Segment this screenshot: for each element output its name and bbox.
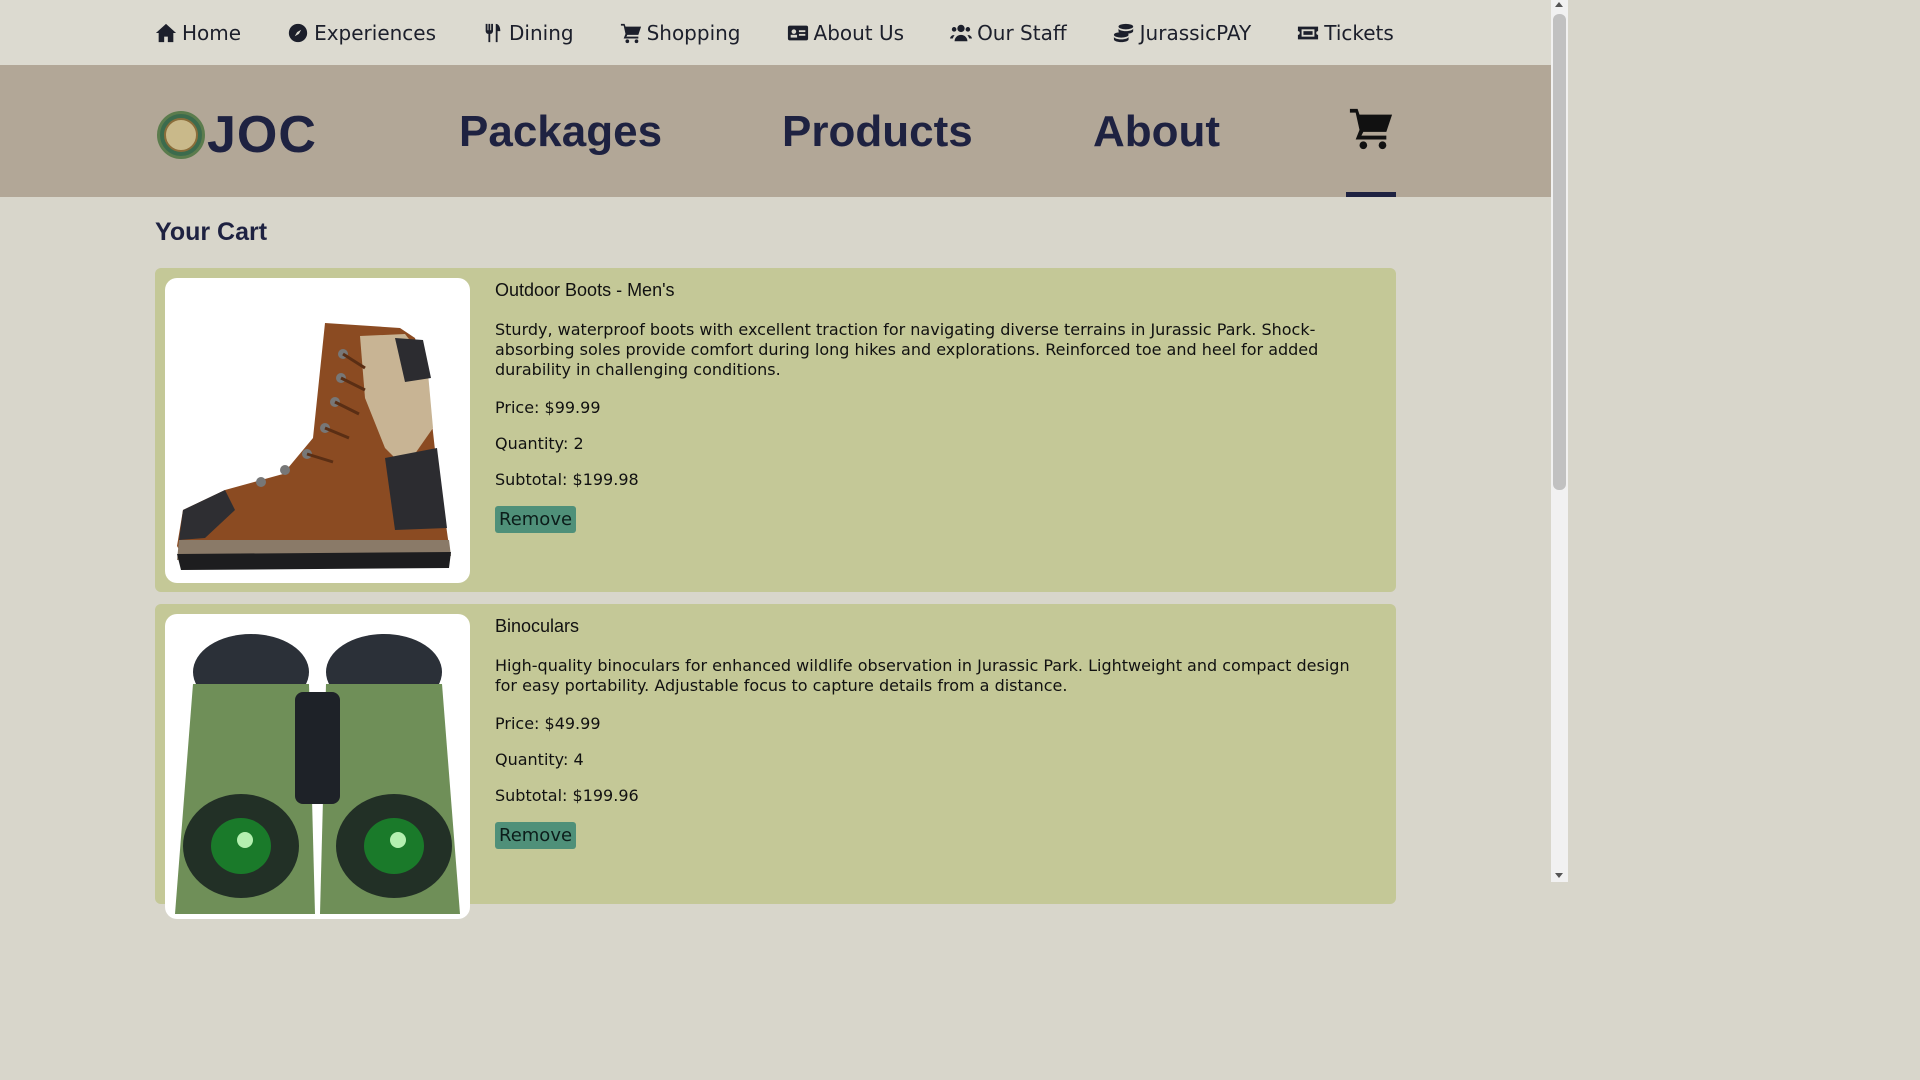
cart-item: Binoculars High-quality binoculars for e… — [155, 604, 1396, 919]
brand-name: JOC — [207, 106, 317, 164]
brand-link[interactable]: JOC — [157, 105, 317, 165]
scroll-up-arrow-icon[interactable] — [1555, 2, 1563, 7]
nav-jurassicpay[interactable]: JurassicPAY — [1113, 20, 1252, 45]
remove-button[interactable]: Remove — [495, 506, 577, 533]
top-navigation: Home Experiences Dining Shopping About U… — [0, 0, 1568, 65]
cart-icon — [620, 23, 641, 43]
nav-products[interactable]: Products — [782, 107, 973, 157]
scrollbar-thumb[interactable] — [1553, 14, 1566, 490]
nav-experiences[interactable]: Experiences — [287, 21, 436, 45]
utensils-icon — [485, 23, 501, 42]
nav-about-us[interactable]: About Us — [787, 20, 905, 45]
nav-tickets-label: Tickets — [1324, 20, 1394, 45]
cart-link[interactable] — [1346, 105, 1396, 197]
nav-experiences-label: Experiences — [314, 20, 437, 45]
cart-item-details: Binoculars High-quality binoculars for e… — [495, 616, 1375, 849]
product-image-boots — [165, 278, 470, 583]
nav-jurassicpay-label: JurassicPAY — [1139, 20, 1252, 45]
nav-tickets[interactable]: Tickets — [1297, 21, 1394, 45]
item-quantity: Quantity: 2 — [495, 434, 584, 453]
item-description: High-quality binoculars for enhanced wil… — [495, 656, 1350, 695]
item-subtotal: Subtotal: $199.98 — [495, 470, 639, 489]
id-card-icon — [787, 25, 808, 40]
active-tab-indicator — [1346, 192, 1396, 197]
vertical-scrollbar[interactable] — [1551, 0, 1568, 882]
compass-icon — [288, 23, 308, 42]
item-price: Price: $99.99 — [495, 398, 601, 417]
nav-shopping[interactable]: Shopping — [620, 21, 741, 45]
item-subtotal: Subtotal: $199.96 — [495, 786, 639, 805]
nav-home-label: Home — [182, 20, 242, 45]
nav-shopping-label: Shopping — [646, 20, 741, 45]
coins-icon — [1113, 23, 1133, 42]
nav-about[interactable]: About — [1093, 107, 1220, 157]
nav-dining-label: Dining — [509, 20, 574, 45]
nav-home[interactable]: Home — [155, 21, 241, 45]
item-quantity: Quantity: 4 — [495, 750, 584, 769]
cart-item: Outdoor Boots - Men's Sturdy, waterproof… — [155, 268, 1396, 592]
product-image-binoculars — [165, 614, 470, 919]
nav-our-staff[interactable]: Our Staff — [950, 21, 1067, 45]
nav-our-staff-label: Our Staff — [977, 20, 1067, 45]
item-name: Binoculars — [495, 616, 580, 636]
item-name: Outdoor Boots - Men's — [495, 280, 675, 300]
shopping-cart-icon — [1349, 108, 1393, 150]
item-price: Price: $49.99 — [495, 714, 601, 733]
cart-item-details: Outdoor Boots - Men's Sturdy, waterproof… — [495, 280, 1375, 533]
nav-packages[interactable]: Packages — [459, 107, 662, 157]
main-navigation: JOC Packages Products About — [0, 65, 1551, 197]
park-logo — [157, 111, 205, 159]
nav-about-us-label: About Us — [813, 20, 905, 45]
ticket-icon — [1298, 26, 1319, 39]
home-icon — [155, 23, 177, 42]
item-description: Sturdy, waterproof boots with excellent … — [495, 320, 1319, 379]
remove-button[interactable]: Remove — [495, 822, 577, 849]
nav-dining[interactable]: Dining — [482, 21, 574, 45]
scroll-down-arrow-icon[interactable] — [1555, 873, 1563, 878]
users-icon — [950, 24, 973, 41]
page-title: Your Cart — [155, 218, 268, 246]
